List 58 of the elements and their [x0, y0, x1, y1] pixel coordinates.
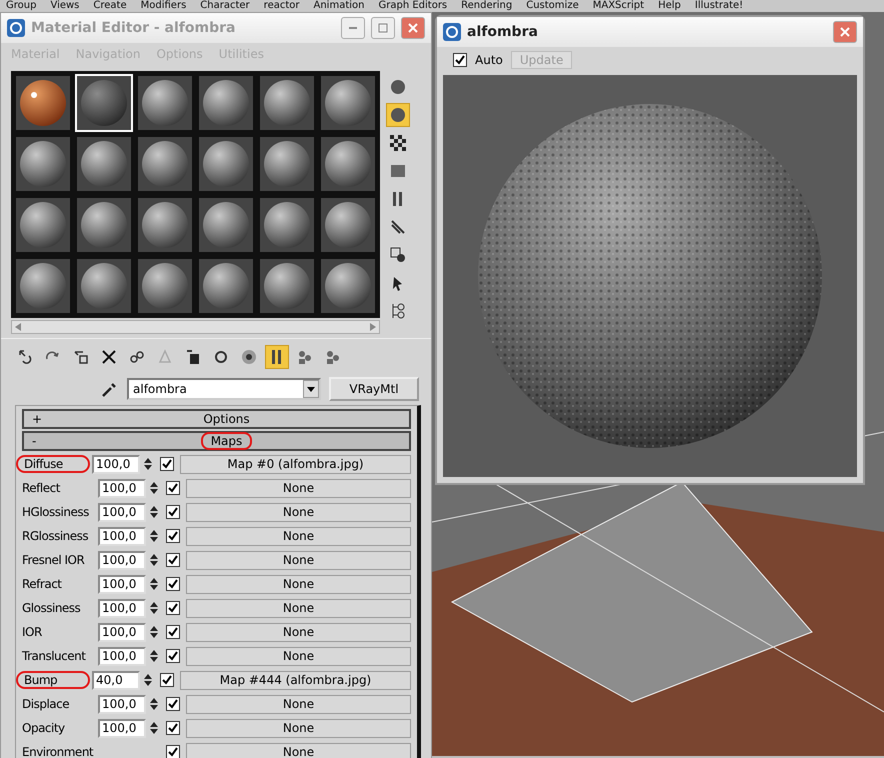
menu-item[interactable]: reactor [264, 0, 300, 12]
amount-spinner[interactable]: 100,0 [98, 478, 146, 498]
amount-spinner[interactable]: 100,0 [98, 574, 146, 594]
map-label: Diffuse [16, 455, 90, 473]
auto-checkbox[interactable]: Auto [449, 53, 503, 67]
window-title: Material Editor - alfombra [31, 20, 236, 36]
rollout-header[interactable]: - Maps [22, 431, 411, 451]
map-label: Glossiness [22, 601, 82, 615]
map-button[interactable]: None [186, 478, 411, 498]
amount-spinner[interactable]: 100,0 [98, 502, 146, 522]
map-label: Translucent [22, 649, 87, 663]
map-label: RGlossiness [22, 529, 90, 543]
menu-item[interactable]: Views [50, 0, 80, 12]
map-button[interactable]: None [186, 598, 411, 618]
menu-item[interactable]: Customize [526, 0, 579, 12]
map-button[interactable]: None [186, 526, 411, 546]
map-label: Fresnel IOR [22, 553, 86, 567]
menu-item[interactable]: MAXScript [592, 0, 644, 12]
amount-spinner[interactable]: 100,0 [98, 646, 146, 666]
map-button[interactable]: None [186, 694, 411, 714]
menu-item[interactable]: Create [93, 0, 127, 12]
amount-spinner[interactable]: 100,0 [98, 526, 146, 546]
map-button[interactable]: None [186, 718, 411, 738]
amount-spinner[interactable]: 100,0 [98, 718, 146, 738]
menu-item[interactable]: Modifiers [140, 0, 186, 12]
map-label: Displace [22, 697, 70, 711]
map-button[interactable]: None [186, 550, 411, 570]
map-label: IOR [22, 625, 43, 639]
amount-spinner[interactable]: 100,0 [98, 598, 146, 618]
amount-spinner[interactable]: 100,0 [98, 694, 146, 714]
amount-spinner[interactable]: 40,0 [92, 670, 140, 690]
menu-item[interactable]: Illustrate! [694, 0, 744, 12]
map-label: Environment [22, 745, 94, 758]
menu-item[interactable]: Animation [314, 0, 364, 12]
map-button[interactable]: None [186, 742, 411, 758]
menu-item[interactable]: Character [200, 0, 250, 12]
material-type-button[interactable]: VRayMtl [329, 377, 419, 401]
map-label: Bump [16, 671, 90, 689]
window-title: alfombra [467, 24, 539, 40]
menu-item[interactable]: Rendering [461, 0, 512, 12]
material-name-field[interactable]: alfombra [127, 378, 321, 400]
amount-spinner[interactable]: 100,0 [92, 454, 140, 474]
map-label: Refract [22, 577, 63, 591]
menu-item[interactable]: Group [6, 0, 36, 12]
map-button[interactable]: Map #0 (alfombra.jpg) [180, 454, 411, 474]
map-button[interactable]: None [186, 646, 411, 666]
map-button[interactable]: None [186, 622, 411, 642]
map-button[interactable]: None [186, 502, 411, 522]
amount-spinner[interactable]: 100,0 [98, 622, 146, 642]
menu-item[interactable]: Help [658, 0, 681, 12]
map-label: Opacity [22, 721, 66, 735]
amount-spinner[interactable]: 100,0 [98, 550, 146, 570]
rollout-header[interactable]: + Options [22, 409, 411, 429]
map-label: Reflect [22, 481, 62, 495]
map-button[interactable]: Map #444 (alfombra.jpg) [180, 670, 411, 690]
menu-item[interactable]: Graph Editors [378, 0, 448, 12]
map-button[interactable]: None [186, 574, 411, 594]
map-label: HGlossiness [22, 505, 90, 519]
